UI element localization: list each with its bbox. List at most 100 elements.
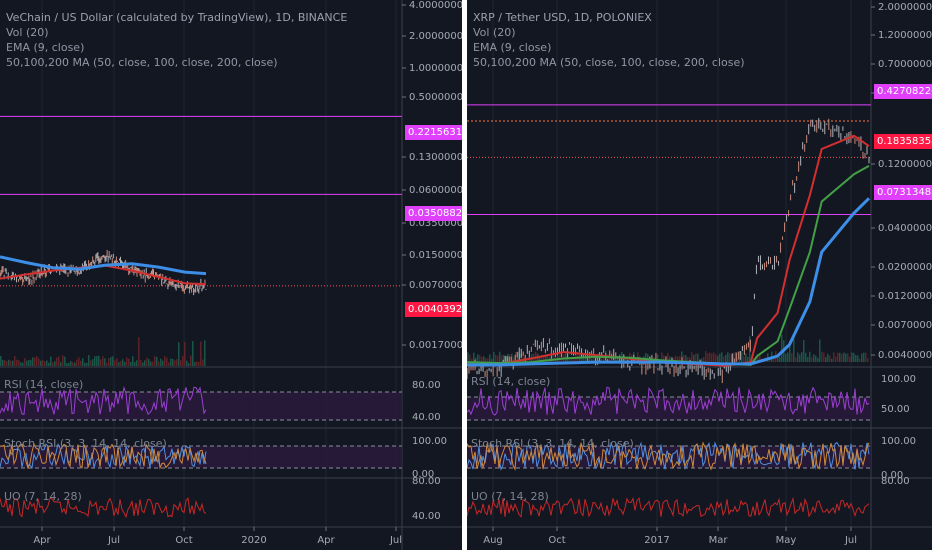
right-indicator-ema: EMA (9, close) [473, 41, 552, 54]
volume-bar [795, 357, 797, 362]
right-indicator-ma: 50,100,200 MA (50, close, 100, close, 20… [473, 56, 745, 69]
volume-bar [861, 353, 863, 362]
volume-bar [158, 361, 160, 366]
volume-bar [166, 357, 168, 366]
volume-bar [825, 357, 827, 362]
price-axis-label: 1.00000000 [409, 63, 462, 74]
volume-bar [727, 352, 729, 362]
time-axis-label: Oct [175, 535, 192, 546]
volume-bar [841, 353, 843, 362]
volume-bar [565, 352, 567, 362]
volume-bar [22, 362, 24, 366]
volume-bar [821, 351, 823, 362]
volume-bar [86, 362, 88, 366]
price-axis-label: 0.00700000 [409, 280, 462, 291]
volume-bar [493, 351, 495, 362]
volume-bar [693, 354, 695, 362]
volume-bar [829, 355, 831, 362]
volume-bar [94, 356, 96, 366]
left-uo-label: UO (7, 14, 28) [4, 490, 82, 503]
left-chart-canvas[interactable]: 4.00000000 2.00000000 1.00000000 0.50000000… [0, 0, 462, 550]
volume-bar [190, 355, 192, 366]
volume-bar [90, 360, 92, 366]
volume-bar [491, 358, 493, 362]
volume-bar [42, 360, 44, 366]
volume-bar [54, 361, 56, 366]
volume-bar [116, 358, 118, 366]
right-price-tag-upper-level: 0.42708226 [874, 84, 932, 99]
volume-bar [853, 352, 855, 362]
volume-bar [479, 355, 481, 362]
volume-bar [44, 361, 46, 366]
volume-bar [72, 362, 74, 366]
volume-bar [164, 356, 166, 366]
volume-bar [811, 357, 813, 362]
volume-bar [815, 355, 817, 362]
volume-bar [845, 353, 847, 362]
oscillator-axis-label: 100.00 [881, 374, 916, 385]
volume-bar [867, 358, 869, 362]
volume-bar [110, 357, 112, 366]
left-chart-title: VeChain / US Dollar (calculated by Tradi… [6, 11, 348, 24]
volume-bar [196, 361, 198, 366]
volume-bar [713, 352, 715, 362]
time-axis-label: Aug [483, 535, 503, 546]
volume-bar [124, 361, 126, 366]
volume-bar [831, 358, 833, 362]
volume-bar [46, 360, 48, 366]
left-chart-panel[interactable]: 4.00000000 2.00000000 1.00000000 0.50000000… [0, 0, 462, 550]
volume-bar [142, 362, 144, 366]
volume-bar [721, 352, 723, 362]
price-axis-label: 0.70000000 [878, 59, 932, 70]
volume-bar [126, 357, 128, 366]
volume-bar [34, 357, 36, 366]
volume-bar [150, 361, 152, 366]
oscillator-axis-label: 50.00 [881, 404, 910, 415]
right-price-tag-current: 0.18358358 [874, 134, 932, 149]
volume-bar [849, 356, 851, 362]
volume-bar [715, 354, 717, 362]
volume-bar [18, 360, 20, 366]
volume-bar [833, 352, 835, 362]
time-axis-label: Apr [317, 535, 335, 546]
volume-bar [12, 360, 14, 366]
volume-bar [469, 354, 471, 362]
volume-bar [791, 353, 793, 362]
price-axis-label: 0.02000000 [878, 262, 932, 273]
price-axis-label: 0.04000000 [878, 223, 932, 234]
price-axis-label: 0.13000000 [409, 152, 462, 163]
time-axis-label: Mar [709, 535, 729, 546]
volume-bar [36, 355, 38, 366]
volume-bar [204, 340, 206, 366]
volume-bar [162, 360, 164, 366]
time-axis-label: Jul [844, 535, 857, 546]
volume-bar [28, 359, 30, 366]
volume-bar [851, 352, 853, 362]
volume-bar [112, 356, 114, 366]
volume-bar [174, 360, 176, 366]
volume-bar [134, 362, 136, 366]
volume-bar [92, 359, 94, 366]
right-price-tag-lower-level: 0.07313483 [874, 185, 932, 200]
time-axis-label: Jul [107, 535, 120, 546]
right-chart-panel[interactable]: 2.000000001.200000000.700000000.40000000… [467, 0, 932, 550]
volume-bar [132, 356, 134, 366]
volume-bar [118, 362, 120, 366]
volume-bar [96, 356, 98, 366]
price-axis-label: 0.00170000 [409, 340, 462, 351]
volume-bar [0, 355, 2, 366]
volume-bar [847, 353, 849, 362]
volume-bar [52, 362, 54, 366]
volume-bar [82, 358, 84, 366]
volume-bar [835, 356, 837, 362]
volume-bar [202, 359, 204, 366]
right-chart-canvas[interactable]: 2.000000001.200000000.700000000.40000000… [467, 0, 932, 550]
price-axis-label: 0.06000000 [409, 185, 462, 196]
volume-bar [68, 362, 70, 366]
volume-bar [801, 352, 803, 362]
volume-bar [66, 362, 68, 366]
time-axis-label: Oct [548, 535, 565, 546]
volume-bar [64, 356, 66, 366]
volume-bar [559, 352, 561, 362]
volume-bar [725, 354, 727, 362]
